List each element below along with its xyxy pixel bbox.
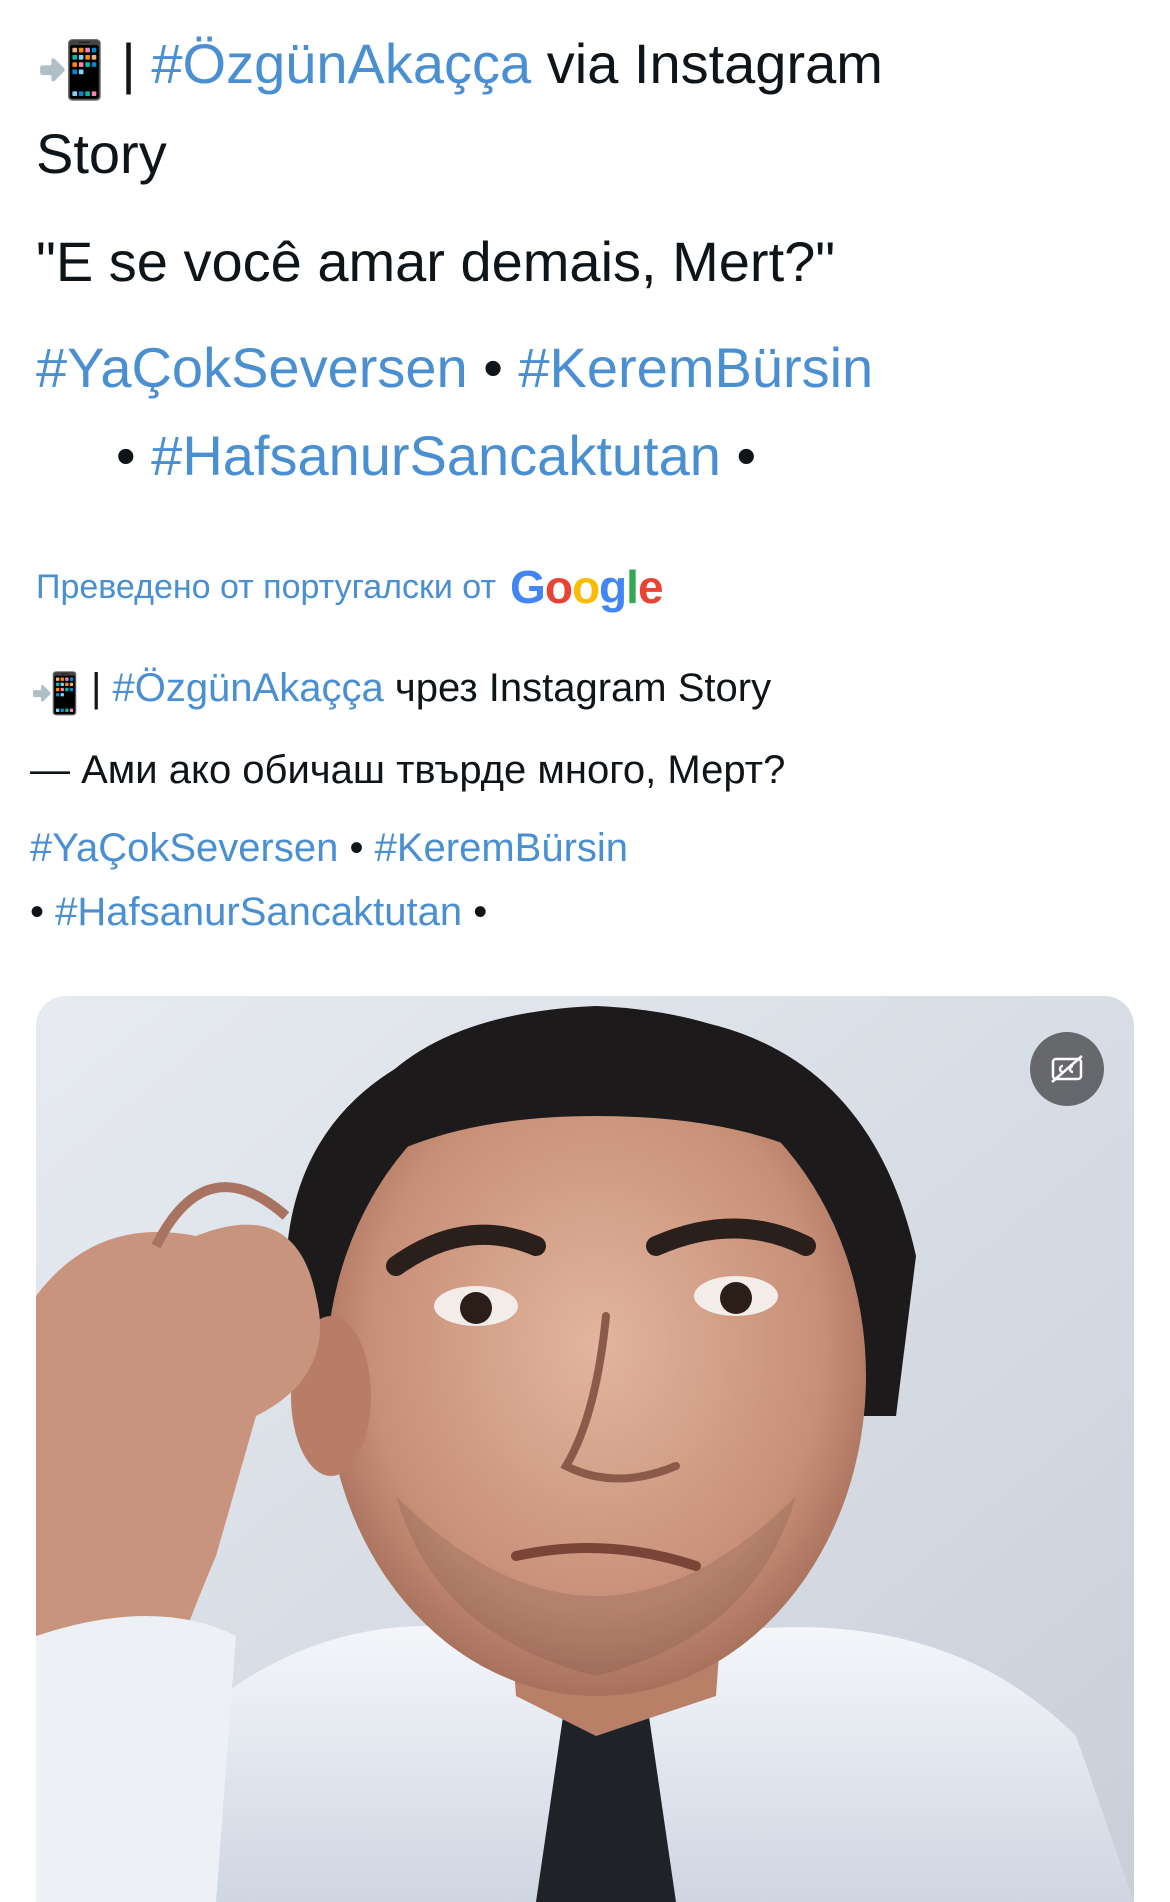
divider: | (121, 32, 136, 95)
hashtag-link[interactable]: #HafsanurSancaktutan (55, 890, 462, 934)
tweet-media-photo[interactable] (36, 996, 1134, 1902)
tweet-hashtags: #YaÇokSeversen • #KeremBürsin • #Hafsanu… (36, 324, 1116, 500)
hashtag-link-author[interactable]: #ÖzgünAkaçça (151, 32, 531, 95)
portrait-photo (36, 996, 1134, 1902)
hashtag-row: #YaÇokSeversen • #KeremBürsin (30, 816, 1130, 880)
hashtag-link[interactable]: #KeremBürsin (375, 826, 628, 870)
translated-hashtags: #YaÇokSeversen • #KeremBürsin • #Hafsanu… (30, 816, 1130, 944)
translated-by-google[interactable]: Преведено от португалски от Google (36, 560, 664, 614)
captions-button[interactable] (1030, 1032, 1104, 1106)
hashtag-row: • #HafsanurSancaktutan • (30, 880, 1130, 944)
google-logo-letter: l (626, 561, 639, 613)
google-logo-letter: G (510, 561, 546, 613)
translation-label: Преведено от португалски от (36, 567, 497, 606)
hashtag-link[interactable]: #YaÇokSeversen (36, 336, 468, 399)
translated-first-line: 📲 | #ÖzgünAkaçça чрез Instagram Story (30, 666, 772, 716)
hashtag-link[interactable]: #HafsanurSancaktutan (151, 424, 721, 487)
tweet-first-line: 📲 | #ÖzgünAkaçça via Instagram (36, 22, 1116, 112)
via-text-continued: Story (36, 122, 167, 185)
tweet-quote: "E se você amar demais, Mert?" (36, 230, 836, 293)
mobile-phone-arrow-icon: 📲 (30, 672, 80, 716)
google-logo: Google (510, 560, 664, 614)
google-logo-letter: g (599, 561, 627, 613)
tweet-text: 📲 | #ÖzgünAkaçça via Instagram Story "E … (36, 22, 1116, 500)
translated-quote: — Ами ако обичаш твърде много, Мерт? (30, 748, 786, 792)
via-text: чрез Instagram Story (394, 666, 772, 710)
bullet-separator: • (30, 890, 45, 934)
bullet-separator: • (473, 890, 488, 934)
translated-text: 📲 | #ÖzgünAkaçça чрез Instagram Story — … (30, 656, 1130, 944)
bullet-separator: • (736, 424, 757, 487)
google-logo-letter: o (571, 561, 600, 613)
bullet-separator: • (483, 336, 503, 399)
bullet-separator: • (116, 424, 136, 487)
google-logo-letter: o (544, 561, 573, 613)
via-text: via Instagram (546, 32, 883, 95)
hashtag-link[interactable]: #YaÇokSeversen (30, 826, 338, 870)
captions-icon (1051, 1055, 1083, 1083)
hashtag-link-author[interactable]: #ÖzgünAkaçça (112, 666, 383, 710)
bullet-separator: • (349, 826, 364, 870)
divider: | (90, 666, 102, 710)
google-logo-letter: e (637, 561, 664, 613)
hashtag-link[interactable]: #KeremBürsin (518, 336, 873, 399)
mobile-phone-arrow-icon: 📲 (36, 38, 106, 101)
hashtag-row: • #HafsanurSancaktutan • (36, 412, 1116, 500)
